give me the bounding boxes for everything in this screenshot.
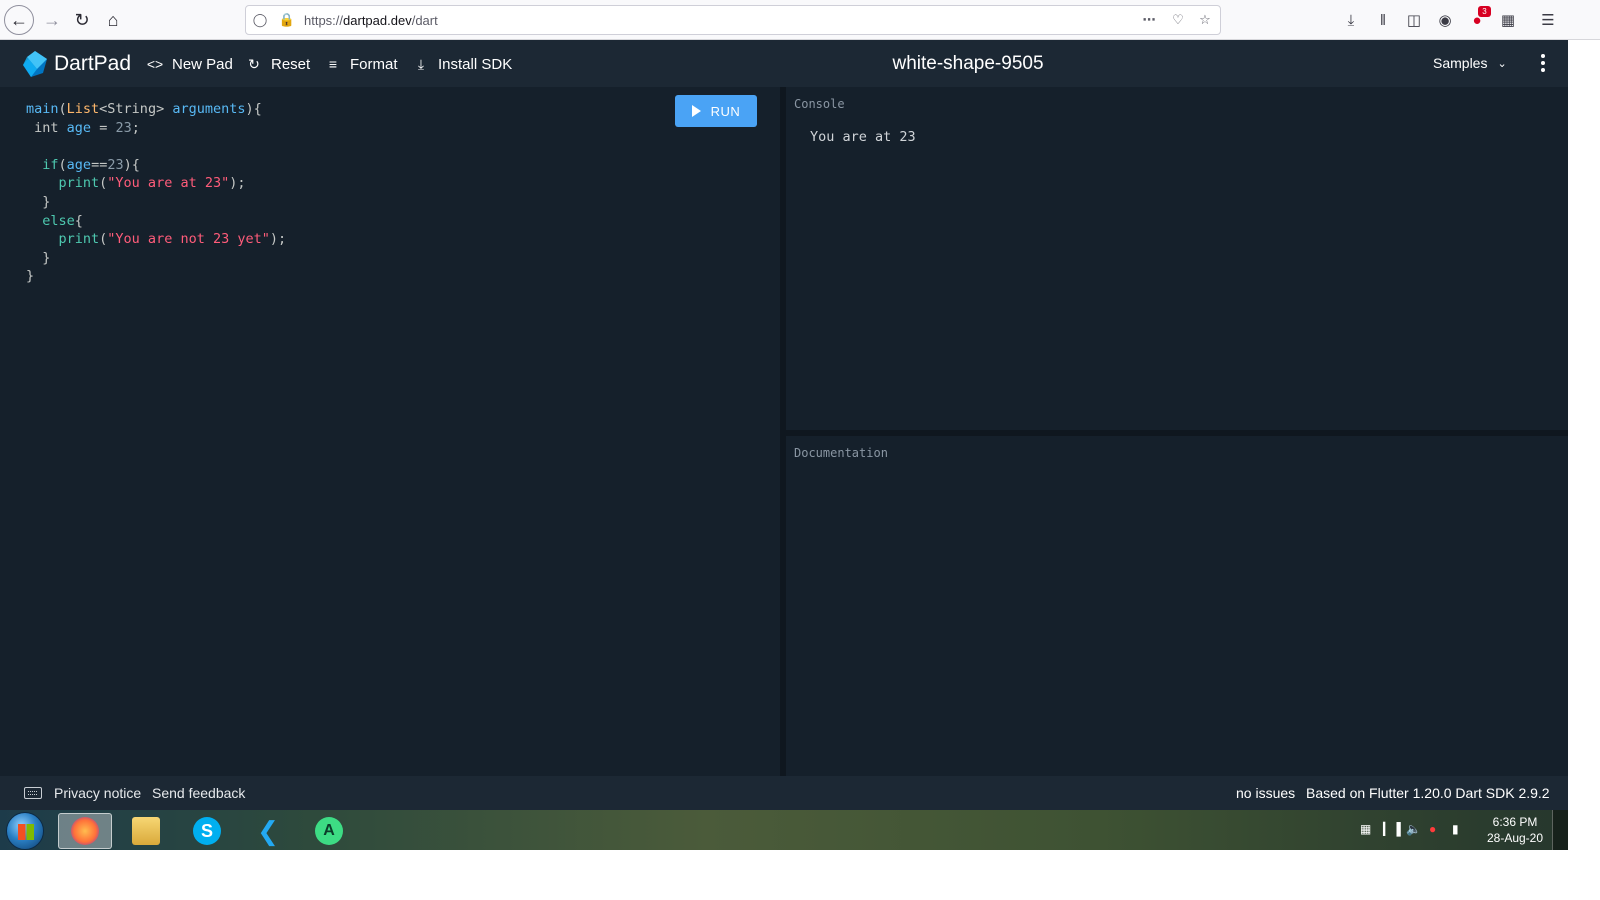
vscode-icon[interactable]: ❮ <box>241 813 295 849</box>
console-output: You are at 23 <box>810 129 916 145</box>
code-line: main(List<String> arguments){ <box>26 101 262 117</box>
browser-toolbar: ← → ↻ ⌂ ◯ 🔒 https://dartpad.dev/dart ⋯ ♡… <box>0 0 1600 40</box>
sdk-version: Based on Flutter 1.20.0 Dart SDK 2.9.2 <box>1306 785 1550 801</box>
privacy-notice-link[interactable]: Privacy notice <box>54 785 141 801</box>
code-line: int age = 23; <box>34 119 140 136</box>
keyboard-icon[interactable] <box>24 787 42 799</box>
code-line: print("You are at 23"); <box>58 175 246 192</box>
clock-date: 28-Aug-20 <box>1486 831 1544 845</box>
send-feedback-link[interactable]: Send feedback <box>152 785 245 801</box>
show-desktop-button[interactable] <box>1552 810 1568 850</box>
account-icon[interactable]: ◉ <box>1435 10 1455 30</box>
notification-badge: 3 <box>1478 6 1491 17</box>
more-vert-icon[interactable] <box>1536 52 1550 74</box>
signal-tray-icon[interactable]: ▎▐ <box>1383 822 1401 836</box>
format-lines-icon: ≡ <box>328 56 338 72</box>
code-line: } <box>26 268 35 285</box>
shield-icon[interactable]: ◯ <box>252 12 268 28</box>
library-icon[interactable]: ‖ <box>1373 10 1393 30</box>
app-footer: Privacy notice Send feedback no issues B… <box>0 776 1568 810</box>
console-panel: Console You are at 23 <box>786 87 1568 430</box>
page-actions-icon[interactable]: ⋯ <box>1141 12 1157 28</box>
extension-icon[interactable]: ▦ <box>1498 10 1518 30</box>
pad-title[interactable]: white-shape-9505 <box>892 53 1043 74</box>
new-pad-button[interactable]: <> New Pad <box>146 55 233 73</box>
reset-button[interactable]: ↻ Reset <box>245 55 310 73</box>
firefox-icon[interactable] <box>58 813 112 849</box>
security-tray-icon[interactable]: ● <box>1429 822 1436 836</box>
windows-taskbar: S ❮ A ▦ ▎▐ 🔈 ● ▮ 6:36 PM 28-Aug-20 <box>0 810 1568 850</box>
menu-icon[interactable]: ☰ <box>1538 10 1558 30</box>
scrollbar-gutter <box>1568 40 1600 810</box>
app-logo-text[interactable]: DartPad <box>54 52 131 76</box>
reload-icon[interactable]: ↻ <box>68 6 96 34</box>
install-sdk-button[interactable]: ⤓ Install SDK <box>412 55 512 73</box>
refresh-icon: ↻ <box>248 55 260 72</box>
start-button-icon[interactable] <box>6 812 44 850</box>
code-line: else{ <box>42 212 83 229</box>
run-button[interactable]: RUN <box>675 95 757 127</box>
samples-dropdown[interactable]: Samples ⌄ <box>1433 55 1507 71</box>
home-icon[interactable]: ⌂ <box>99 6 127 34</box>
code-line: } <box>42 249 51 266</box>
documentation-label: Documentation <box>794 446 888 460</box>
pocket-icon[interactable]: ♡ <box>1170 12 1186 28</box>
format-button[interactable]: ≡ Format <box>324 55 398 73</box>
app-header: DartPad <> New Pad ↻ Reset ≡ Format ⤓ Instal… <box>0 40 1568 87</box>
code-editor[interactable]: main(List<String> arguments){ int age = … <box>0 87 780 776</box>
android-studio-icon[interactable]: A <box>302 813 356 849</box>
power-tray-icon[interactable]: ▮ <box>1452 822 1459 836</box>
skype-icon[interactable]: S <box>180 813 234 849</box>
url-bar[interactable]: ◯ 🔒 https://dartpad.dev/dart ⋯ ♡ ☆ <box>245 5 1221 35</box>
sidebar-icon[interactable]: ◫ <box>1404 10 1424 30</box>
downloads-icon[interactable]: ⤓ <box>1341 10 1361 30</box>
lock-icon: 🔒 <box>278 12 296 27</box>
volume-icon[interactable]: 🔈 <box>1406 822 1421 836</box>
file-explorer-icon[interactable] <box>119 813 173 849</box>
play-icon <box>691 105 701 117</box>
documentation-panel: Documentation <box>786 436 1568 776</box>
code-icon: <> <box>146 56 164 72</box>
forward-icon[interactable]: → <box>38 6 66 34</box>
code-content[interactable]: main(List<String> arguments){ int age = … <box>26 100 286 286</box>
bookmark-star-icon[interactable]: ☆ <box>1197 12 1213 28</box>
code-line: print("You are not 23 yet"); <box>58 231 287 248</box>
network-tray-icon[interactable]: ▦ <box>1360 822 1371 836</box>
console-label: Console <box>794 97 845 111</box>
screen-margin <box>0 850 1600 900</box>
back-icon[interactable]: ← <box>4 5 34 35</box>
download-icon: ⤓ <box>417 55 425 72</box>
code-line: if(age==23){ <box>42 156 140 173</box>
url-text[interactable]: https://dartpad.dev/dart <box>304 13 438 28</box>
code-line: } <box>42 193 51 210</box>
chevron-down-icon: ⌄ <box>1497 57 1507 70</box>
clock-time: 6:36 PM <box>1492 815 1538 829</box>
taskbar-clock[interactable]: 6:36 PM 28-Aug-20 <box>1480 814 1550 846</box>
dartpad-logo-icon <box>23 51 47 77</box>
issues-status[interactable]: no issues <box>1236 785 1295 801</box>
